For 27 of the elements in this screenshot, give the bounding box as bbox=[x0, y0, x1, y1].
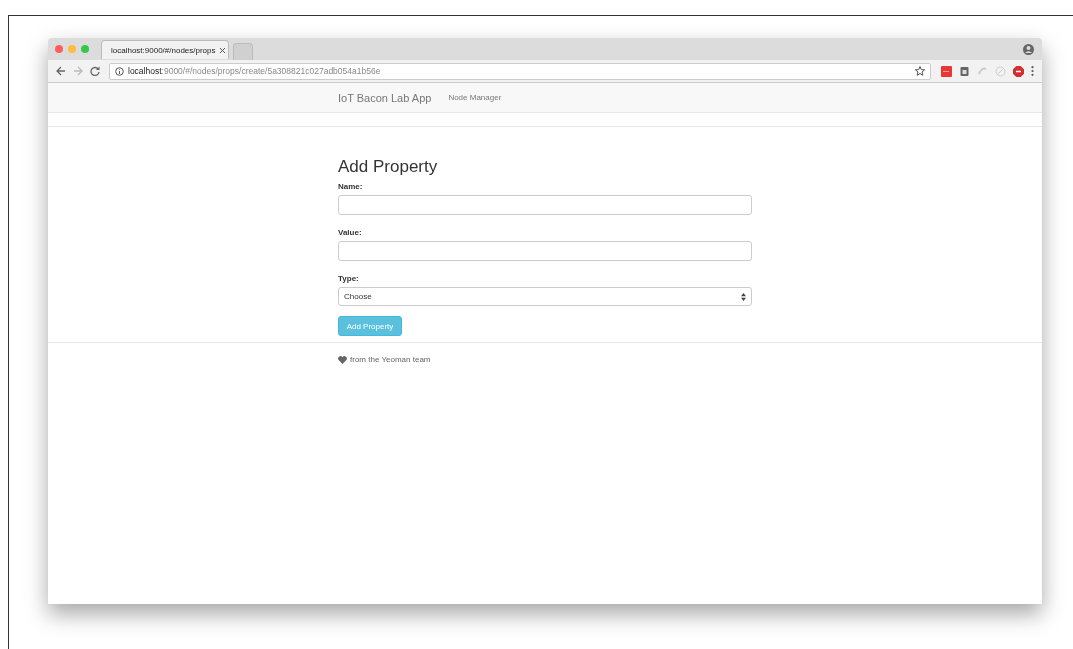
address-bar[interactable]: localhost:9000/#/nodes/props/create/5a308821c027adb054a1b56e bbox=[109, 62, 931, 80]
field-label: Type: bbox=[338, 274, 360, 283]
info-icon[interactable] bbox=[115, 66, 124, 76]
heart-icon bbox=[338, 355, 347, 364]
footer-text: from the Yeoman team bbox=[350, 355, 431, 364]
input-field[interactable] bbox=[338, 195, 752, 215]
extension-icon[interactable] bbox=[941, 65, 952, 77]
close-window-icon[interactable] bbox=[55, 45, 63, 53]
url-text: localhost:9000/#/nodes/props/create/5a308821c027adb054a1b56e bbox=[128, 66, 381, 76]
brand-link[interactable]: IoT Bacon Lab App bbox=[338, 91, 432, 104]
extension-icon[interactable] bbox=[959, 65, 970, 77]
browser-tab[interactable]: localhost:9000/#/nodes/props bbox=[101, 40, 229, 59]
field-label: Value: bbox=[338, 228, 363, 237]
stop-sign-icon[interactable] bbox=[1013, 65, 1024, 77]
star-icon[interactable] bbox=[915, 66, 925, 76]
type-select[interactable]: Choose bbox=[338, 287, 752, 306]
reload-icon[interactable] bbox=[90, 66, 100, 76]
close-tab-icon[interactable] bbox=[219, 47, 225, 53]
field-label: Name: bbox=[338, 182, 364, 191]
nav-link[interactable]: Node Manager bbox=[448, 93, 502, 102]
page-title: Add Property bbox=[338, 157, 439, 177]
tab-title: localhost:9000/#/nodes/props bbox=[111, 45, 216, 55]
profile-icon[interactable] bbox=[1023, 43, 1034, 55]
more-menu-icon[interactable] bbox=[1031, 66, 1034, 76]
spinner-arrows-icon bbox=[741, 292, 746, 301]
input-field[interactable] bbox=[338, 241, 752, 261]
back-arrow-icon[interactable] bbox=[56, 66, 66, 76]
